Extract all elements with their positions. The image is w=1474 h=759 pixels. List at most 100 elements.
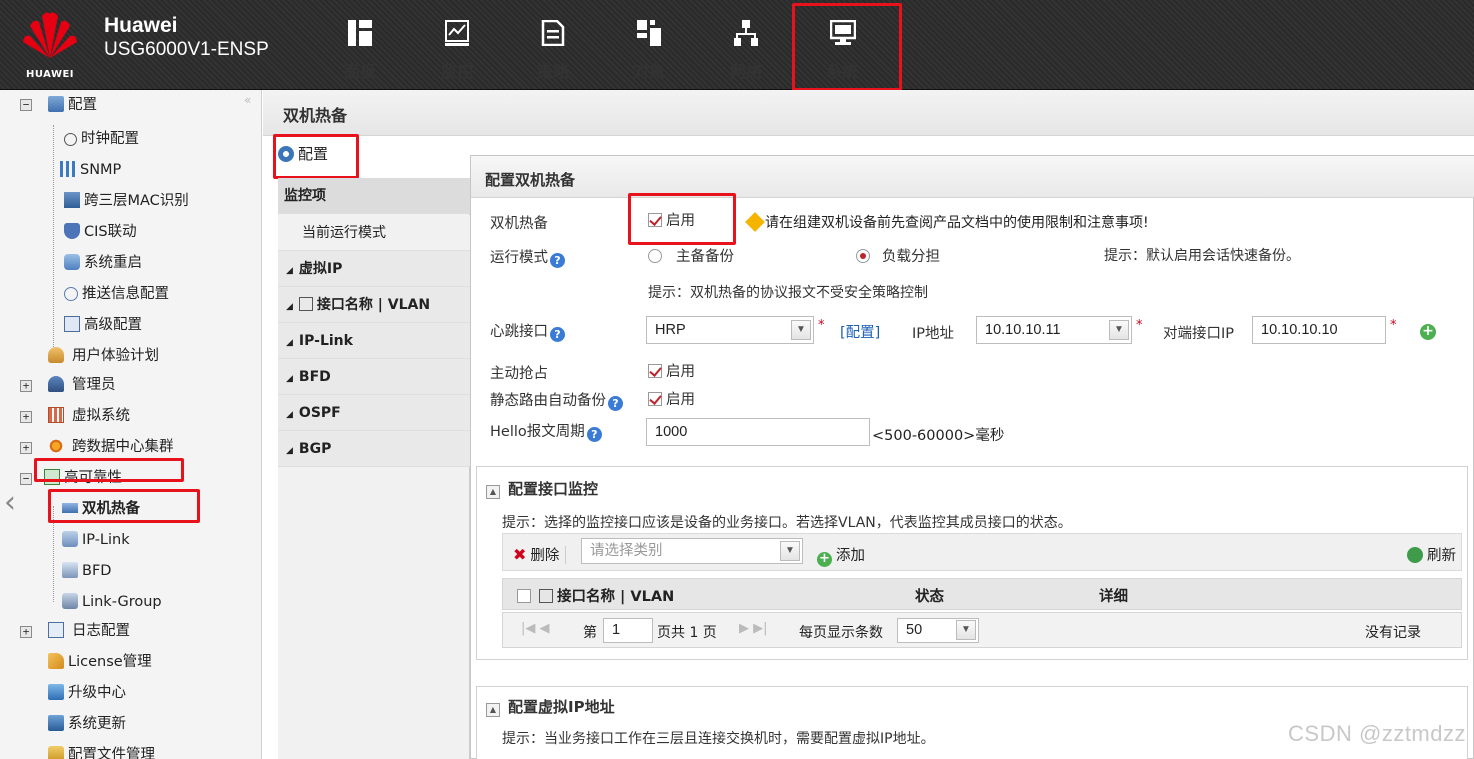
monitor-group-bgp[interactable]: ◢ BGP [278,431,470,467]
monitor-group-ospf[interactable]: ◢ OSPF [278,395,470,431]
monitor-group-virtual-ip[interactable]: ◢ 虚拟IP [278,251,470,287]
sidebar-item-ha[interactable]: 高可靠性 [44,463,122,493]
radio-active-standby[interactable] [648,249,662,263]
chevron-down-icon[interactable]: ▼ [956,620,976,640]
nav-policy[interactable]: 策略 [503,0,603,90]
per-page-select[interactable]: 50 ▼ [897,618,979,643]
group-label: IP-Link [298,333,353,349]
sidebar-item-upgrade[interactable]: 升级中心 [48,678,126,708]
nav-monitor[interactable]: 监控 [407,0,507,90]
left-arrow-icon[interactable]: ‹ [4,485,16,520]
help-icon[interactable]: ? [608,396,623,411]
ip-address-select[interactable]: 10.10.10.11 ▼ [976,316,1132,344]
sidebar-item-admin[interactable]: 管理员 [48,370,116,400]
sidebar-item-label: License管理 [68,654,152,670]
sidebar-item-link-group[interactable]: Link-Group [62,587,162,617]
add-icon: + [817,552,832,567]
chevron-down-icon[interactable]: ▼ [1109,320,1129,340]
iface-grid-header: 接口名称 | VLAN 状态 详细 [502,578,1462,610]
monitor-chart-icon [445,20,469,46]
sidebar-item-cluster[interactable]: 跨数据中心集群 [48,432,174,462]
monitor-group-ip-link[interactable]: ◢ IP-Link [278,323,470,359]
snmp-icon [60,161,78,177]
refresh-button[interactable]: 刷新 [1407,544,1456,565]
mode-load-balance[interactable]: 负载分担 [856,245,940,266]
delete-button[interactable]: ✖ 删除 [513,544,572,565]
mode-option-label: 负载分担 [882,249,940,265]
nav-system[interactable]: 系统 [792,0,892,90]
sidebar-item-label: 时钟配置 [81,131,139,147]
sidebar-item-ux[interactable]: 用户体验计划 [48,341,159,371]
column-interface[interactable]: 接口名称 | VLAN [517,585,674,606]
sidebar-item-vsys[interactable]: 虚拟系统 [48,401,130,431]
sidebar-item-push[interactable]: 推送信息配置 [64,279,169,309]
config-tab[interactable]: 配置 [278,143,328,164]
page-number-input[interactable]: 1 [603,618,653,643]
current-mode-item[interactable]: 当前运行模式 [278,215,470,251]
heartbeat-select[interactable]: HRP ▼ [646,316,814,344]
sidebar-item-cis[interactable]: CIS联动 [64,217,137,247]
nav-network[interactable]: 网络 [696,0,796,90]
tree-line [53,125,54,355]
nav-dashboard[interactable]: 面板 [310,0,410,90]
hello-period-input[interactable]: 1000 [646,418,870,446]
pager-next-last[interactable]: ▶ ▶| [739,621,768,636]
pager-first-prev[interactable]: |◀ ◀ [521,621,550,636]
static-route-checkbox[interactable] [648,392,662,406]
expander-expand[interactable]: + [20,411,32,423]
chevron-down-icon[interactable]: ▼ [780,541,800,561]
sidebar-item-bfd[interactable]: BFD [62,556,111,586]
add-peer-icon[interactable]: + [1420,324,1436,340]
expander-expand[interactable]: + [20,442,32,454]
sidebar-item-snmp[interactable]: SNMP [60,155,121,185]
sidebar-item-config[interactable]: 配置 [48,90,97,120]
hot-standby-checkbox[interactable] [648,213,662,227]
chevron-down-icon[interactable]: ▼ [791,320,811,340]
column-detail[interactable]: 详细 [1099,585,1128,606]
sidebar-item-advanced[interactable]: 高级配置 [64,310,142,340]
nav-object[interactable]: 对象 [599,0,699,90]
preempt-checkbox[interactable] [648,364,662,378]
peer-ip-input[interactable]: 10.10.10.10 [1252,316,1386,344]
required-mark: * [818,318,825,333]
sidebar-item-update[interactable]: 系统更新 [48,709,126,739]
config-icon [48,96,64,112]
select-all-checkbox[interactable] [517,589,531,603]
column-status[interactable]: 状态 [915,585,944,606]
iface-monitor-header[interactable]: ▲ 配置接口监控 [486,478,598,499]
sidebar-item-config-file[interactable]: 配置文件管理 [48,740,155,759]
hot-standby-enable[interactable]: 启用 [648,209,695,230]
sidebar-item-clock[interactable]: 时钟配置 [64,124,139,154]
monitor-group-interface[interactable]: ◢ 接口名称 | VLAN [278,287,470,323]
expander-expand[interactable]: + [20,626,32,638]
enable-label: 启用 [666,392,695,408]
monitor-group-bfd[interactable]: ◢ BFD [278,359,470,395]
help-icon[interactable]: ? [550,253,565,268]
heartbeat-config-link[interactable]: [配置] [840,321,880,342]
sidebar-item-restart[interactable]: 系统重启 [64,248,142,278]
radio-load-balance[interactable] [856,249,870,263]
mode-active-standby[interactable]: 主备备份 [648,245,734,266]
sidebar-item-mac[interactable]: 跨三层MAC识别 [64,186,189,216]
sidebar-item-log[interactable]: 日志配置 [48,616,130,646]
category-select[interactable]: 请选择类别 ▼ [581,538,803,564]
sidebar-item-ip-link[interactable]: IP-Link [62,525,130,555]
triangle-icon: ◢ [286,446,293,456]
virtual-ip-header[interactable]: ▲ 配置虚拟IP地址 [486,696,615,717]
sidebar-collapse-icon[interactable]: « [244,93,251,107]
preempt-enable[interactable]: 启用 [648,360,695,381]
sidebar-item-hot-standby[interactable]: 双机热备 [62,494,140,524]
help-icon[interactable]: ? [586,427,602,442]
expander-expand[interactable]: + [20,380,32,392]
expander-collapse[interactable]: − [20,99,32,111]
group-label: OSPF [298,405,341,421]
collapse-icon[interactable]: ▲ [486,703,500,717]
bfd-icon [62,562,78,578]
usage-warning: 请在组建双机设备前先查阅产品文档中的使用限制和注意事项! [745,212,1149,232]
static-route-enable[interactable]: 启用 [648,388,695,409]
sidebar-item-license[interactable]: License管理 [48,647,152,677]
help-icon[interactable]: ? [550,327,565,342]
add-button[interactable]: + 添加 [817,544,865,567]
expander-collapse[interactable]: − [20,473,32,485]
collapse-icon[interactable]: ▲ [486,485,500,499]
